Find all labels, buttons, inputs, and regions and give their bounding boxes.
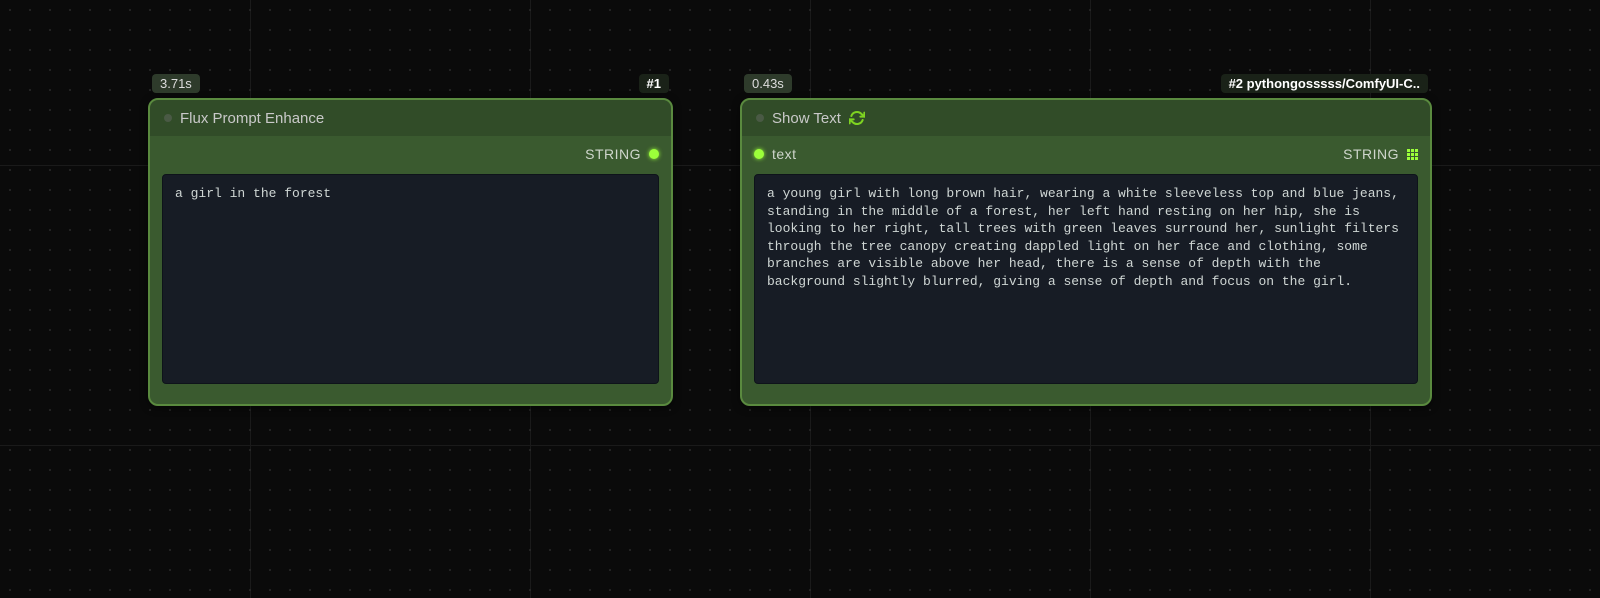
output-port[interactable]: STRING (585, 146, 659, 162)
grid-icon[interactable] (1407, 149, 1418, 160)
output-port[interactable]: STRING (1343, 146, 1418, 162)
node-title-text: Show Text (772, 110, 841, 127)
output-port-label: STRING (585, 146, 641, 162)
collapse-dot-icon[interactable] (756, 114, 764, 122)
badge-time: 0.43s (744, 74, 792, 93)
output-port-label: STRING (1343, 146, 1399, 162)
badge-id: #2 pythongosssss/ComfyUI-C.. (1221, 74, 1428, 93)
port-dot-icon[interactable] (649, 149, 659, 159)
node-canvas[interactable]: 3.71s #1 Flux Prompt Enhance STRING a gi… (0, 0, 1600, 598)
node-title-bar[interactable]: Flux Prompt Enhance (150, 100, 671, 136)
node-badge: 3.71s #1 (150, 74, 671, 93)
node-flux-prompt-enhance[interactable]: 3.71s #1 Flux Prompt Enhance STRING a gi… (148, 98, 673, 406)
node-title-bar[interactable]: Show Text (742, 100, 1430, 136)
recycle-icon[interactable] (849, 110, 865, 126)
node-show-text[interactable]: 0.43s #2 pythongosssss/ComfyUI-C.. Show … (740, 98, 1432, 406)
ports-row: text STRING (742, 136, 1430, 174)
output-textarea[interactable]: a young girl with long brown hair, weari… (754, 174, 1418, 384)
input-port-label: text (772, 146, 797, 162)
collapse-dot-icon[interactable] (164, 114, 172, 122)
prompt-textarea[interactable]: a girl in the forest (162, 174, 659, 384)
input-port[interactable]: text (754, 146, 797, 162)
node-badge: 0.43s #2 pythongosssss/ComfyUI-C.. (742, 74, 1430, 93)
badge-id: #1 (639, 74, 669, 93)
badge-time: 3.71s (152, 74, 200, 93)
ports-row: STRING (150, 136, 671, 174)
port-dot-icon[interactable] (754, 149, 764, 159)
node-title-text: Flux Prompt Enhance (180, 110, 324, 127)
